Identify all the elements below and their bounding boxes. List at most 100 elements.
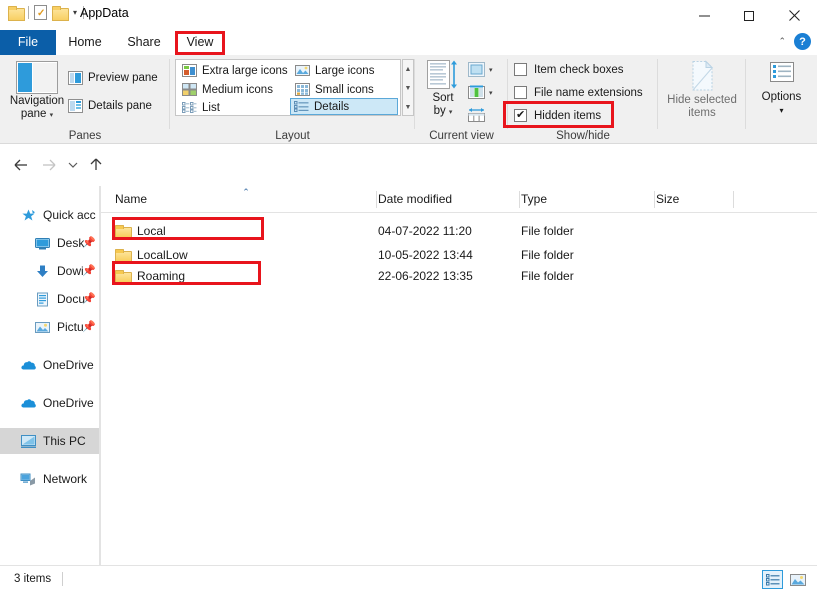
forward-button[interactable]: [36, 153, 62, 177]
large-icons-view-button[interactable]: [787, 570, 808, 589]
checkbox-file-name-extensions[interactable]: [514, 86, 527, 99]
sidebar-item-desktop[interactable]: Desk 📌: [0, 230, 100, 256]
desktop-icon: [34, 236, 51, 251]
ribbon-tabs: File Home Share View ⌃ ?: [0, 30, 817, 55]
chevron-down-icon[interactable]: ▾: [50, 112, 54, 119]
sidebar-item-network[interactable]: Network: [0, 466, 100, 492]
sidebar-label: Pictu: [57, 320, 84, 334]
sidebar-item-this-pc[interactable]: This PC: [0, 428, 100, 454]
file-name-label: Roaming: [137, 269, 185, 283]
close-button[interactable]: [772, 0, 817, 30]
large-icons-icon: [295, 64, 310, 77]
tab-file[interactable]: File: [0, 30, 56, 55]
details-view-button[interactable]: [762, 570, 783, 589]
layout-extra-large-icons[interactable]: Extra large icons: [179, 62, 291, 79]
table-row[interactable]: Local 04-07-2022 11:20 File folder: [101, 220, 817, 242]
pin-icon[interactable]: 📌: [82, 236, 96, 249]
folder-icon[interactable]: [8, 6, 23, 19]
onedrive-icon: [20, 358, 37, 373]
add-columns-button[interactable]: ▾: [467, 61, 493, 78]
tab-view[interactable]: View: [177, 30, 223, 55]
column-divider[interactable]: [519, 191, 520, 208]
chevron-down-icon[interactable]: ▾: [72, 8, 78, 17]
column-header-type[interactable]: Type: [521, 186, 655, 212]
pin-icon[interactable]: 📌: [82, 264, 96, 277]
chevron-down-icon[interactable]: ▾: [449, 109, 453, 116]
sidebar-label: Desk: [57, 236, 84, 250]
checkbox-hidden-items[interactable]: [514, 109, 527, 122]
pin-icon[interactable]: 📌: [82, 292, 96, 305]
file-explorer-window: ✓ ▾ AppData File Home Share View ⌃ ?: [0, 0, 817, 593]
gallery-expand-icon[interactable]: ▼: [403, 98, 413, 117]
navigation-pane-icon: [16, 61, 58, 94]
ribbon-group-show-hide: Item check boxes File name extensions Hi…: [508, 55, 658, 144]
ribbon-group-current-view: Sort by ▾ ▾ ▾: [415, 55, 508, 144]
tab-share[interactable]: Share: [114, 30, 174, 55]
scroll-down-icon[interactable]: ▼: [403, 79, 413, 98]
layout-large-icons[interactable]: Large icons: [292, 62, 377, 79]
back-button[interactable]: [8, 153, 34, 177]
file-name-label: Local: [137, 224, 166, 238]
up-button[interactable]: [84, 153, 108, 177]
chevron-down-icon[interactable]: ▾: [489, 89, 493, 97]
options-button[interactable]: Options ▾: [746, 55, 817, 144]
sidebar-item-documents[interactable]: Docu 📌: [0, 286, 100, 312]
layout-gallery: Extra large icons Large icons Medium ico…: [175, 59, 401, 116]
size-columns-icon: [467, 107, 487, 124]
properties-icon[interactable]: ✓: [34, 5, 47, 20]
navigation-pane-label-2-text: pane: [21, 108, 47, 120]
ribbon: Navigation pane ▾ Preview pane Details p…: [0, 55, 817, 144]
checkbox-item-check-boxes[interactable]: [514, 63, 527, 76]
table-row[interactable]: LocalLow 10-05-2022 13:44 File folder: [101, 244, 817, 266]
new-folder-icon[interactable]: [52, 6, 67, 19]
recent-locations-button[interactable]: [62, 153, 84, 177]
layout-details[interactable]: Details: [290, 98, 398, 115]
layout-list[interactable]: List: [179, 99, 223, 116]
sidebar-item-quick-access[interactable]: Quick acc: [0, 202, 100, 228]
sidebar-label: Docu: [57, 292, 85, 306]
navigation-pane-button[interactable]: Navigation pane ▾: [9, 61, 65, 122]
column-header-date-modified[interactable]: Date modified: [378, 186, 520, 212]
minimize-button[interactable]: [682, 0, 727, 30]
hide-selected-items-button[interactable]: Hide selected items: [658, 55, 746, 144]
chevron-down-icon[interactable]: ▾: [746, 104, 817, 117]
column-divider[interactable]: [654, 191, 655, 208]
window-controls: [682, 0, 817, 30]
maximize-button[interactable]: [727, 0, 772, 30]
pin-icon[interactable]: 📌: [82, 320, 96, 333]
column-divider[interactable]: [733, 191, 734, 208]
sidebar-item-onedrive-1[interactable]: OneDrive: [0, 352, 100, 378]
preview-pane-button[interactable]: Preview pane: [68, 71, 158, 85]
table-row[interactable]: Roaming 22-06-2022 13:35 File folder: [101, 265, 817, 287]
file-name-cell[interactable]: Local: [115, 220, 166, 242]
hidden-items-option[interactable]: Hidden items: [514, 109, 601, 122]
sort-by-button[interactable]: Sort by ▾: [421, 59, 465, 119]
scroll-up-icon[interactable]: ▲: [403, 60, 413, 79]
sort-by-label-2-text: by: [434, 105, 446, 117]
column-divider[interactable]: [376, 191, 377, 208]
collapse-ribbon-icon[interactable]: ⌃: [778, 36, 786, 47]
tab-home[interactable]: Home: [56, 30, 114, 55]
column-header-size[interactable]: Size: [656, 186, 734, 212]
item-count-label: 3 items: [14, 573, 51, 585]
file-name-extensions-option[interactable]: File name extensions: [514, 86, 643, 99]
help-icon[interactable]: ?: [794, 33, 811, 50]
sidebar-item-onedrive-2[interactable]: OneDrive: [0, 390, 100, 416]
column-sizes-button[interactable]: ▾: [467, 84, 493, 101]
item-check-boxes-option[interactable]: Item check boxes: [514, 63, 623, 76]
sidebar-item-downloads[interactable]: Dowi 📌: [0, 258, 100, 284]
file-name-cell[interactable]: LocalLow: [115, 244, 188, 266]
chevron-down-icon[interactable]: ▾: [489, 66, 493, 74]
file-name-cell[interactable]: Roaming: [115, 265, 185, 287]
sidebar-item-pictures[interactable]: Pictu 📌: [0, 314, 100, 340]
column-header-date-modified-label: Date modified: [378, 192, 452, 206]
column-header-name[interactable]: ⌃ Name: [115, 186, 377, 212]
layout-medium-icons[interactable]: Medium icons: [179, 81, 276, 98]
date-modified-cell: 22-06-2022 13:35: [378, 265, 473, 287]
column-headers: ⌃ Name Date modified Type Size: [101, 186, 817, 213]
layout-gallery-scrollbar[interactable]: ▲ ▼ ▼: [402, 59, 414, 116]
preview-pane-label: Preview pane: [88, 72, 158, 84]
layout-small-icons[interactable]: Small icons: [292, 81, 377, 98]
details-pane-button[interactable]: Details pane: [68, 99, 152, 113]
size-all-columns-button[interactable]: [467, 107, 487, 124]
